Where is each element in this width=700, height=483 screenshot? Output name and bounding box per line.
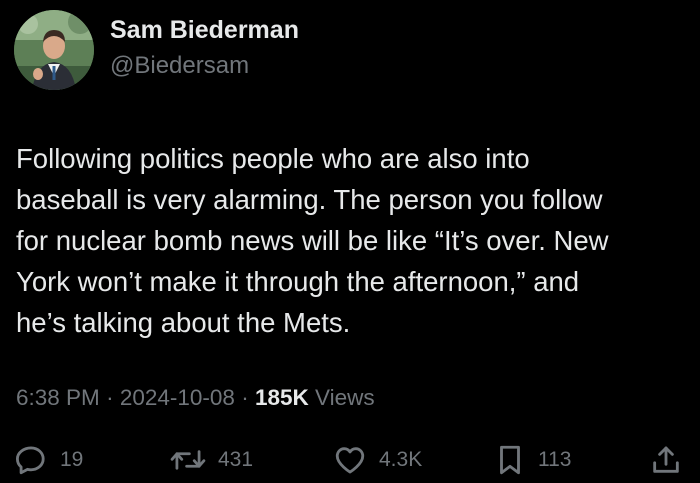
repost-button[interactable]: 431 xyxy=(170,440,253,480)
like-button[interactable]: 4.3K xyxy=(333,440,422,480)
share-button[interactable] xyxy=(650,440,682,480)
author-handle[interactable]: @Biedersam xyxy=(110,52,249,80)
like-count: 4.3K xyxy=(379,448,423,471)
repost-icon xyxy=(170,450,206,470)
action-bar: 19 431 4.3K 113 xyxy=(0,440,700,480)
heart-icon xyxy=(335,447,365,474)
author-display-name[interactable]: Sam Biederman xyxy=(110,16,299,45)
repost-count: 431 xyxy=(218,448,254,471)
tweet-text: Following politics people who are also i… xyxy=(16,143,609,338)
meta-separator: · xyxy=(241,385,249,410)
bookmark-icon xyxy=(500,445,520,475)
views-label: Views xyxy=(315,385,375,410)
bookmark-count: 113 xyxy=(538,448,572,471)
reply-count: 19 xyxy=(60,448,84,471)
reply-button[interactable]: 19 xyxy=(14,440,83,480)
reply-icon xyxy=(15,446,45,475)
avatar-photo xyxy=(14,10,94,90)
tweet-meta: 6:38 PM · 2024-10-08 · 185K Views xyxy=(16,385,375,411)
tweet-time[interactable]: 6:38 PM xyxy=(16,385,100,410)
share-icon xyxy=(653,446,679,473)
views-count: 185K xyxy=(254,385,309,410)
avatar[interactable] xyxy=(14,10,94,90)
bookmark-button[interactable]: 113 xyxy=(494,440,571,480)
tweet-date[interactable]: 2024-10-08 xyxy=(120,385,235,410)
meta-separator: · xyxy=(106,385,114,410)
